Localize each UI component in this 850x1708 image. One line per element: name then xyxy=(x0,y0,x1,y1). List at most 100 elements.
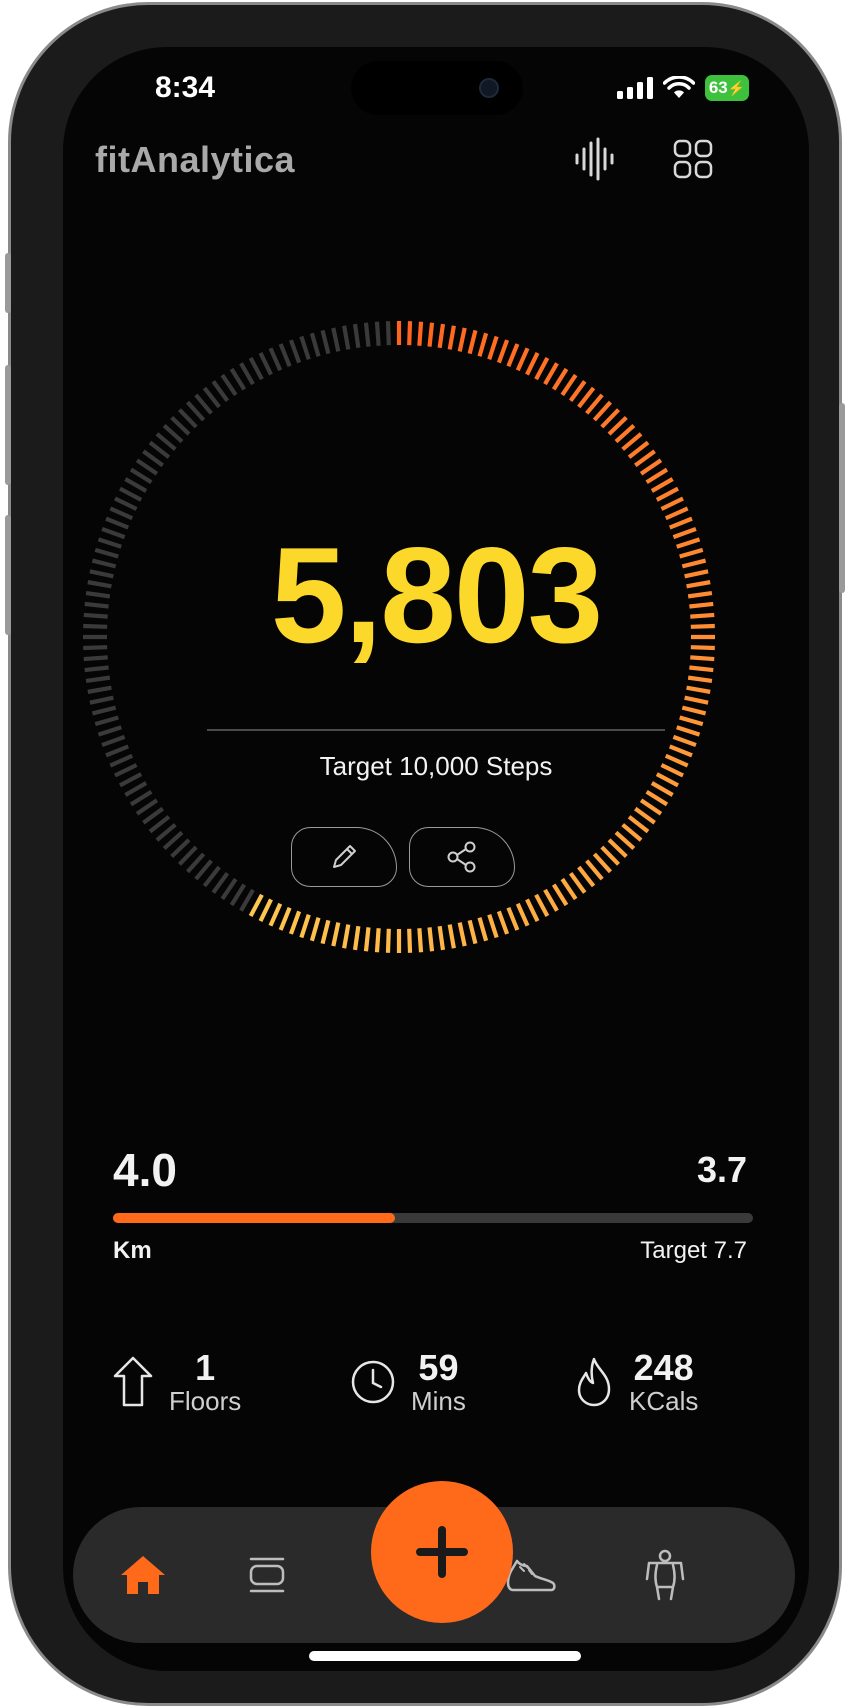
progress-tick xyxy=(645,789,669,807)
progress-tick xyxy=(621,823,643,842)
progress-tick xyxy=(124,477,148,493)
progress-tick xyxy=(496,339,510,364)
audio-waveform-icon[interactable] xyxy=(573,137,617,186)
progress-tick xyxy=(155,823,177,842)
progress-tick xyxy=(655,486,679,502)
arrow-up-icon xyxy=(113,1356,153,1407)
progress-tick xyxy=(185,400,206,422)
progress-tick xyxy=(447,924,456,949)
progress-tick xyxy=(592,400,613,422)
progress-tick xyxy=(660,496,684,511)
progress-tick xyxy=(170,415,191,436)
progress-tick xyxy=(94,715,119,727)
progress-tick xyxy=(248,357,264,381)
progress-tick xyxy=(202,865,221,888)
progress-tick xyxy=(534,893,550,917)
progress-tick xyxy=(585,859,604,881)
progress-tick xyxy=(342,924,351,949)
progress-tick xyxy=(148,440,171,459)
add-button[interactable] xyxy=(371,1481,513,1623)
action-button xyxy=(5,253,11,313)
progress-tick xyxy=(363,927,371,952)
progress-tick xyxy=(155,432,177,451)
progress-tick xyxy=(258,898,273,922)
progress-tick xyxy=(427,322,435,347)
nav-cards[interactable] xyxy=(237,1545,297,1605)
progress-tick xyxy=(248,893,264,917)
edit-button[interactable] xyxy=(291,827,397,887)
progress-tick xyxy=(681,705,707,716)
progress-tick xyxy=(342,325,351,350)
progress-tick xyxy=(534,357,550,381)
nav-home[interactable] xyxy=(113,1545,173,1605)
progress-tick xyxy=(679,715,704,727)
progress-tick xyxy=(309,917,321,942)
progress-tick xyxy=(551,367,569,391)
progress-tick xyxy=(525,352,540,376)
progress-tick xyxy=(84,665,109,673)
app-title: fitAnalytica xyxy=(95,139,296,180)
progress-tick xyxy=(457,327,467,352)
status-icons: 63 ⚡ xyxy=(617,75,749,101)
minutes-label: Mins xyxy=(411,1385,466,1416)
progress-tick xyxy=(568,871,587,894)
minutes-value: 59 xyxy=(418,1347,459,1388)
progress-tick xyxy=(585,393,604,415)
progress-tick xyxy=(592,852,613,874)
calories-value: 248 xyxy=(633,1347,694,1388)
home-icon xyxy=(121,1556,165,1594)
stat-floors: 1 Floors xyxy=(111,1349,241,1415)
progress-tick xyxy=(309,332,321,357)
progress-tick xyxy=(645,467,669,485)
step-count: 5,803 xyxy=(270,519,603,671)
volume-down-button xyxy=(5,515,11,635)
share-icon xyxy=(447,841,476,873)
progress-tick xyxy=(288,339,302,364)
grid-icon[interactable] xyxy=(671,137,715,186)
person-icon xyxy=(645,1549,685,1601)
progress-tick xyxy=(437,323,446,349)
share-button[interactable] xyxy=(409,827,515,887)
progress-tick xyxy=(194,393,213,415)
progress-tick xyxy=(614,423,636,444)
progress-tick xyxy=(211,871,230,894)
progress-tick xyxy=(543,888,559,912)
home-indicator xyxy=(309,1651,581,1661)
progress-tick xyxy=(91,705,117,716)
progress-tick xyxy=(477,332,489,357)
progress-tick xyxy=(607,415,628,436)
progress-tick xyxy=(162,830,184,851)
progress-tick xyxy=(664,506,689,521)
edit-icon xyxy=(333,845,356,868)
progress-tick xyxy=(142,806,165,825)
progress-tick xyxy=(633,806,656,825)
clock-icon xyxy=(351,1360,395,1404)
progress-tick xyxy=(211,380,230,403)
progress-tick xyxy=(89,695,114,705)
progress-tick xyxy=(515,902,530,927)
progress-tick xyxy=(639,798,663,816)
distance-progress-fill xyxy=(113,1213,395,1223)
progress-tick xyxy=(331,922,341,947)
progress-tick xyxy=(229,883,247,907)
progress-tick xyxy=(600,408,621,429)
progress-tick xyxy=(101,734,126,748)
progress-tick xyxy=(407,321,413,346)
progress-tick xyxy=(577,865,596,888)
progress-tick xyxy=(97,725,122,737)
progress-tick xyxy=(124,781,148,797)
progress-tick xyxy=(385,928,391,953)
nav-profile[interactable] xyxy=(635,1545,695,1605)
progress-tick xyxy=(185,852,206,874)
progress-tick xyxy=(686,685,711,694)
progress-tick xyxy=(577,386,596,409)
progress-tick xyxy=(268,902,283,927)
progress-tick xyxy=(447,325,456,350)
flame-icon xyxy=(577,1357,611,1407)
progress-tick xyxy=(374,928,381,953)
progress-tick xyxy=(194,859,213,881)
progress-tick xyxy=(487,914,499,939)
progress-tick xyxy=(457,922,467,947)
progress-tick xyxy=(467,919,478,945)
progress-tick xyxy=(560,877,578,901)
